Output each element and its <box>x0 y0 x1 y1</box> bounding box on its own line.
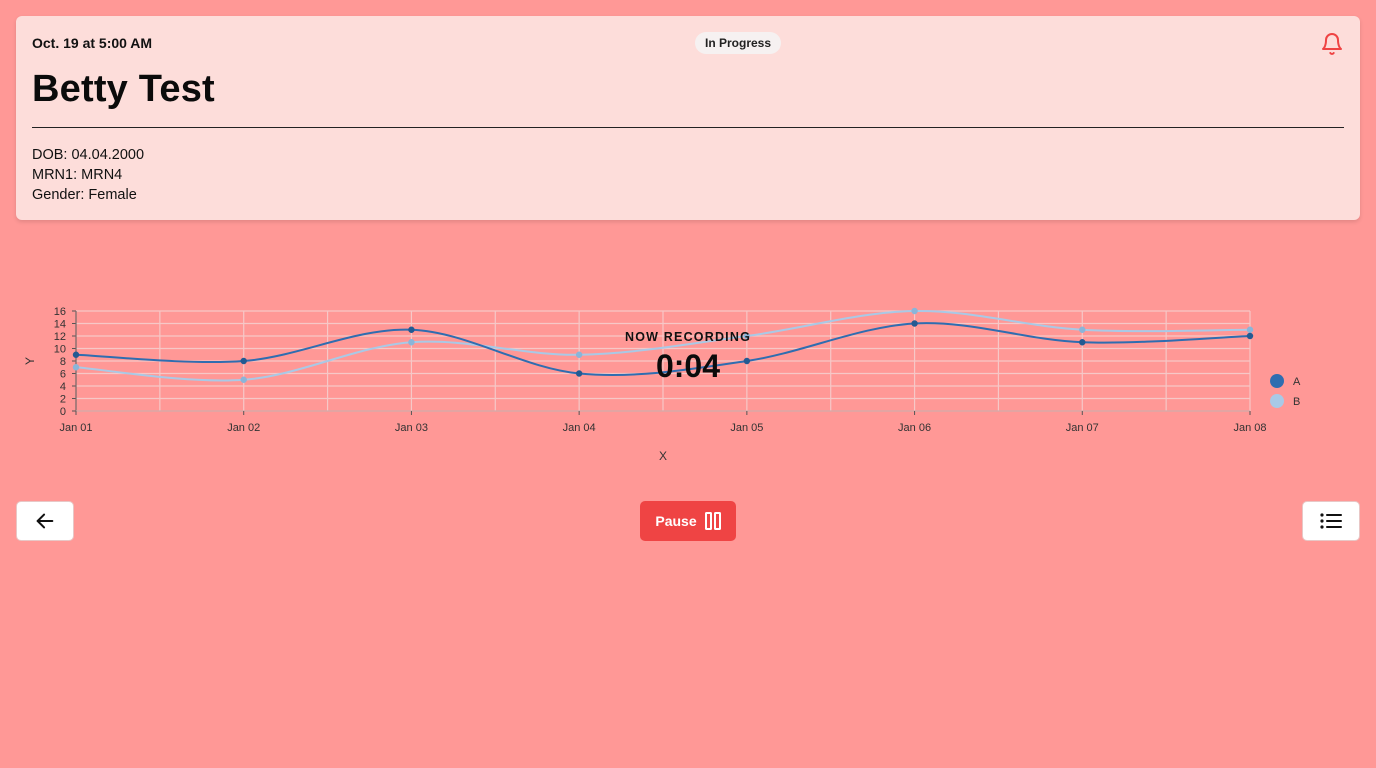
data-point-B <box>911 307 918 315</box>
y-tick-label: 0 <box>60 406 66 418</box>
pause-label: Pause <box>655 513 697 529</box>
y-tick-label: 6 <box>60 369 66 381</box>
line-chart: 0 2 4 6 8 10 12 14 16 Jan 01 Jan 02 Jan 03 Jan 04 Jan… <box>0 300 1376 470</box>
patient-name: Betty Test <box>32 68 215 110</box>
y-tick-label: 8 <box>60 356 66 368</box>
recording-label: NOW RECORDING <box>624 330 751 344</box>
legend-label-B: B <box>1293 396 1300 408</box>
data-point-B <box>408 339 415 346</box>
data-point-B <box>575 351 583 358</box>
x-tick-label: Jan 03 <box>395 422 428 434</box>
data-point-A <box>1246 332 1254 340</box>
legend-swatch-B <box>1270 394 1284 408</box>
x-tick-label: Jan 06 <box>898 422 931 434</box>
legend-label-A: A <box>1293 376 1301 388</box>
x-tick-label: Jan 07 <box>1066 422 1099 434</box>
patient-card: Oct. 19 at 5:00 AM In Progress Betty Tes… <box>16 16 1360 220</box>
y-tick-label: 4 <box>60 381 66 393</box>
legend-swatch-A <box>1270 374 1284 388</box>
patient-mrn: MRN1: MRN4 <box>32 167 123 183</box>
data-point-B <box>240 376 247 383</box>
bell-icon[interactable] <box>1320 32 1344 56</box>
data-point-A <box>408 326 415 333</box>
session-datetime: Oct. 19 at 5:00 AM <box>32 35 153 51</box>
data-point-A <box>1079 339 1086 346</box>
divider <box>32 127 1344 128</box>
list-icon <box>1320 513 1342 529</box>
data-point-A <box>72 351 80 358</box>
x-tick-label: Jan 02 <box>227 422 260 434</box>
data-point-B <box>1246 326 1254 333</box>
patient-info: DOB: 04.04.2000 MRN1: MRN4 Gender: Femal… <box>32 145 144 205</box>
y-tick-label: 12 <box>54 331 66 343</box>
arrow-left-icon <box>36 513 54 529</box>
data-point-B <box>1079 326 1086 333</box>
recording-timer: 0:04 <box>655 348 721 384</box>
x-tick-label: Jan 01 <box>59 422 92 434</box>
recording-indicator: NOW RECORDING 0:04 <box>588 330 788 385</box>
data-point-A <box>575 370 583 377</box>
y-axis-label: Y <box>23 357 37 365</box>
patient-gender: Gender: Female <box>32 187 137 203</box>
y-tick-label: 2 <box>60 394 66 406</box>
data-point-A <box>240 357 247 365</box>
data-point-A <box>911 320 918 327</box>
pause-icon <box>704 512 721 530</box>
x-tick-label: Jan 08 <box>1233 422 1266 434</box>
back-button[interactable] <box>16 501 74 541</box>
x-tick-label: Jan 05 <box>730 422 763 434</box>
x-axis-label: X <box>659 449 667 463</box>
y-tick-label: 16 <box>54 306 66 318</box>
list-menu-button[interactable] <box>1302 501 1360 541</box>
y-tick-label: 10 <box>54 344 66 356</box>
chart-svg: 0246810121416 Jan 01 Jan 02 Jan 03 Jan 04 Jan… <box>23 306 1301 463</box>
x-tick-label: Jan 04 <box>563 422 596 434</box>
data-point-B <box>72 364 80 371</box>
pause-button[interactable]: Pause <box>640 501 736 541</box>
status-badge: In Progress <box>695 32 782 54</box>
y-tick-label: 14 <box>54 319 66 331</box>
patient-dob: DOB: 04.04.2000 <box>32 147 145 163</box>
